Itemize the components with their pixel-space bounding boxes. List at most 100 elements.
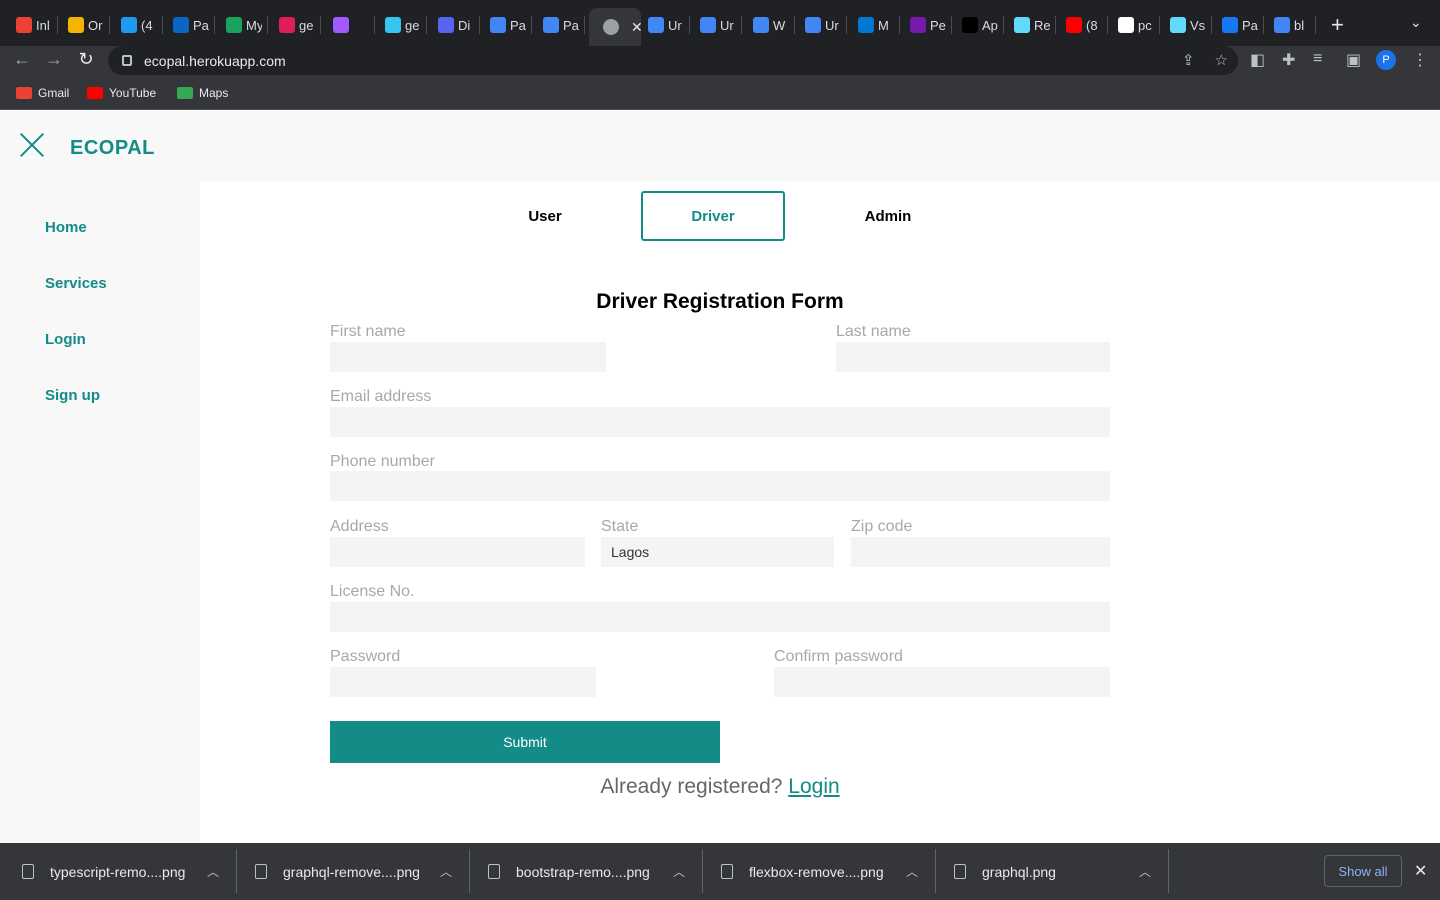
browser-tab[interactable]: W (739, 8, 789, 42)
browser-tab[interactable]: Re (1000, 8, 1050, 42)
profile-avatar[interactable]: P (1376, 50, 1396, 70)
tab-title: Ur (668, 17, 682, 33)
browser-tab[interactable] (319, 8, 369, 42)
download-item[interactable]: graphql.png ︿ (954, 843, 1164, 900)
tab-title: ge (299, 17, 314, 33)
docs-icon (648, 17, 664, 33)
browser-tab[interactable]: Ur (791, 8, 841, 42)
tab-divider (1315, 16, 1316, 34)
browser-tab[interactable]: Ur (686, 8, 736, 42)
main-content: User Driver Admin Driver Registration Fo… (200, 182, 1440, 843)
web-page: ECOPAL Home Services Login Sign up User … (0, 111, 1440, 843)
nav-item-home[interactable]: Home (45, 219, 87, 236)
close-menu-icon[interactable] (20, 133, 44, 157)
back-arrow-icon[interactable]: ← (10, 49, 34, 70)
browser-menu-icon[interactable]: ⋮ (1412, 50, 1428, 70)
onenote-icon (910, 17, 926, 33)
bookmark-star-icon[interactable]: ☆ (1215, 51, 1228, 69)
browser-tab[interactable]: Pa (476, 8, 526, 42)
puzzle-extensions-icon[interactable]: ✚ (1282, 50, 1295, 70)
last-name-input[interactable] (836, 342, 1110, 372)
brand-logo[interactable]: ECOPAL (70, 137, 155, 160)
chevron-up-icon[interactable]: ︿ (440, 863, 452, 880)
browser-tab[interactable]: Pa (529, 8, 579, 42)
tab-title: pc (1138, 17, 1152, 33)
side-panel-icon[interactable]: ▣ (1346, 50, 1361, 70)
reload-icon[interactable]: ↻ (74, 49, 98, 70)
bookmark-youtube[interactable]: YouTube (87, 86, 156, 100)
close-tab-icon[interactable]: ✕ (631, 19, 641, 36)
submit-button[interactable]: Submit (330, 721, 720, 763)
nav-item-services[interactable]: Services (45, 275, 107, 292)
media-control-icon[interactable]: ≡ (1313, 50, 1322, 68)
chevron-up-icon[interactable]: ︿ (207, 863, 219, 880)
bookmark-label: Gmail (38, 86, 70, 100)
form-title: Driver Registration Form (596, 290, 844, 313)
figma-icon (333, 17, 349, 33)
browser-tab[interactable]: Pa (159, 8, 209, 42)
forward-arrow-icon[interactable]: → (42, 49, 66, 70)
share-icon[interactable]: ⇪ (1182, 51, 1195, 69)
browser-tab[interactable]: M (844, 8, 894, 42)
bookmark-gmail[interactable]: Gmail (16, 86, 69, 100)
phone-label: Phone number (330, 453, 435, 470)
password-input[interactable] (330, 667, 596, 697)
nav-item-sign-up[interactable]: Sign up (45, 387, 100, 404)
browser-tab[interactable]: bl (1260, 8, 1310, 42)
login-link[interactable]: Login (788, 775, 839, 798)
tab-title: Ap (982, 17, 998, 33)
browser-tab[interactable]: ge (371, 8, 421, 42)
chevron-up-icon[interactable]: ︿ (673, 863, 685, 880)
confirm-password-input[interactable] (774, 667, 1110, 697)
state-input[interactable] (601, 537, 834, 567)
browser-tab[interactable]: (4 (107, 8, 157, 42)
browser-tab-active[interactable]: ✕ (589, 8, 641, 46)
youtube-icon (87, 87, 103, 99)
github-icon (1118, 17, 1134, 33)
close-icon[interactable]: ✕ (1414, 861, 1427, 881)
download-item[interactable]: bootstrap-remo....png ︿ (488, 843, 698, 900)
browser-tab[interactable]: Ap (948, 8, 998, 42)
twitter-icon (121, 17, 137, 33)
download-item[interactable]: flexbox-remove....png ︿ (721, 843, 931, 900)
browser-tab[interactable]: pc (1104, 8, 1154, 42)
nav-item-login[interactable]: Login (45, 331, 86, 348)
browser-tab[interactable]: Pa (1208, 8, 1258, 42)
last-name-label: Last name (836, 323, 911, 340)
browser-tab[interactable]: Di (424, 8, 474, 42)
browser-tab[interactable]: Vs (1156, 8, 1206, 42)
browser-tab[interactable]: ge (265, 8, 315, 42)
extension-icon[interactable]: ◧ (1250, 50, 1265, 70)
browser-tab[interactable]: Pe (896, 8, 946, 42)
browser-tab[interactable]: Or (54, 8, 104, 42)
bookmarks-bar: Gmail YouTube Maps (0, 76, 1440, 110)
download-item[interactable]: typescript-remo....png ︿ (22, 843, 232, 900)
already-registered-text: Already registered? Login (400, 775, 1040, 799)
download-item[interactable]: graphql-remove....png ︿ (255, 843, 465, 900)
license-input[interactable] (330, 602, 1110, 632)
tab-title: M (878, 17, 889, 33)
browser-tab[interactable]: Ur (634, 8, 684, 42)
docs-icon (490, 17, 506, 33)
password-label: Password (330, 648, 401, 665)
phone-input[interactable] (330, 471, 1110, 501)
address-bar[interactable]: ecopal.herokuapp.com ⇪ ☆ (108, 46, 1238, 75)
first-name-input[interactable] (330, 342, 606, 372)
browser-tab[interactable]: Inl (2, 8, 52, 42)
show-all-button[interactable]: Show all (1324, 855, 1402, 887)
new-tab-button[interactable]: + (1331, 12, 1344, 38)
tab-title: (8 (1086, 17, 1098, 33)
chevron-up-icon[interactable]: ︿ (1139, 863, 1151, 880)
zip-code-input[interactable] (851, 537, 1110, 567)
browser-tab[interactable]: My (212, 8, 262, 42)
tab-search-button[interactable]: ⌄ (1410, 14, 1422, 31)
discord-icon (438, 17, 454, 33)
email-input[interactable] (330, 407, 1110, 437)
tab-title: W (773, 17, 786, 33)
bookmark-label: YouTube (109, 86, 157, 100)
address-input[interactable] (330, 537, 585, 567)
bookmark-maps[interactable]: Maps (177, 86, 228, 100)
browser-tab[interactable]: (8 (1052, 8, 1102, 42)
chevron-up-icon[interactable]: ︿ (906, 863, 918, 880)
file-icon (22, 864, 34, 879)
